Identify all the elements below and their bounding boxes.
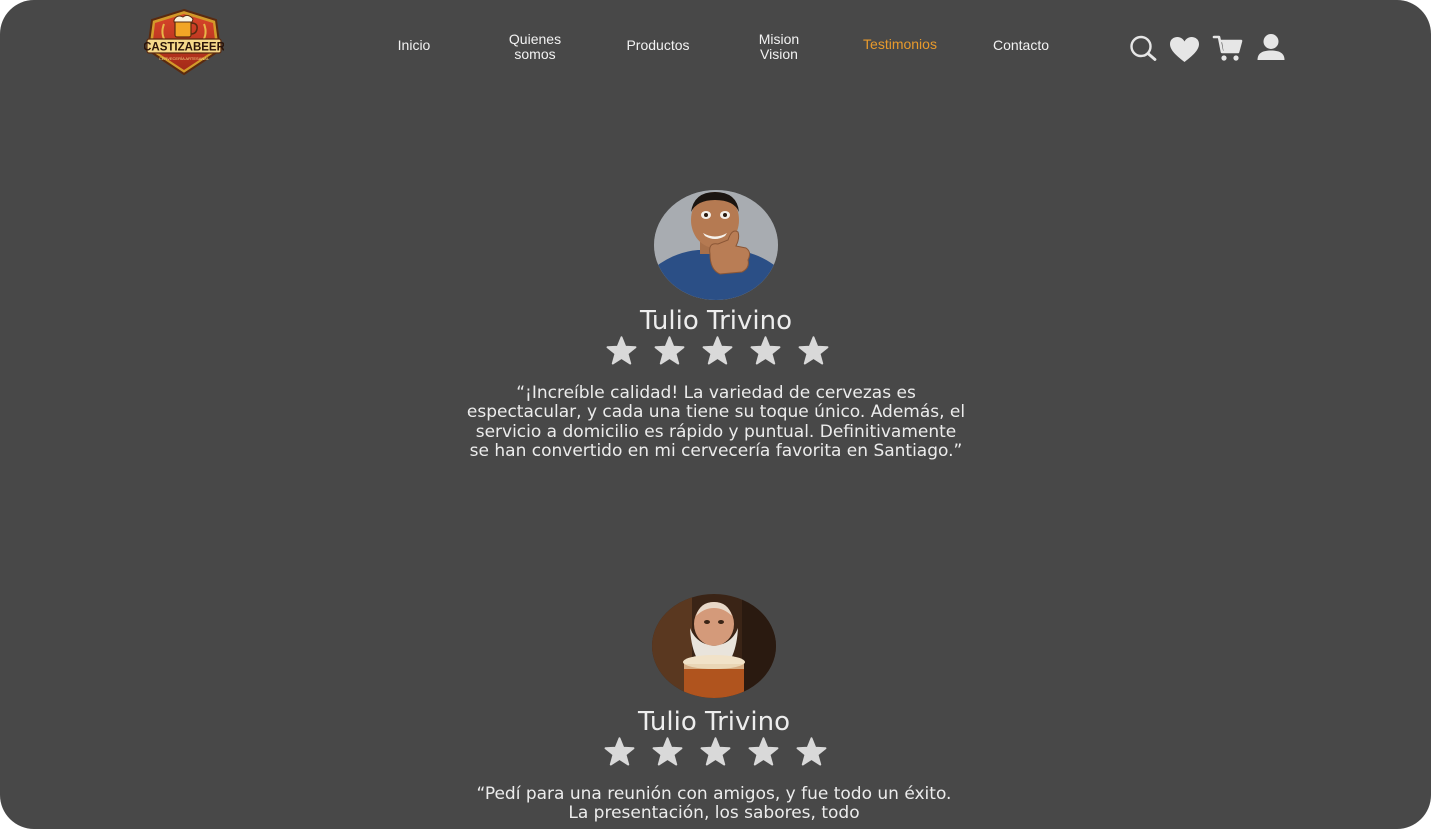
nav-productos[interactable]: Productos	[613, 38, 703, 53]
testimonial-avatar	[654, 190, 778, 300]
star-icon	[700, 737, 731, 766]
rating-stars	[605, 336, 830, 366]
cart-icon[interactable]	[1212, 34, 1244, 62]
app-window: CASTIZABEER CERVECERÍA ARTESANAL Inicio …	[0, 0, 1431, 829]
star-icon	[604, 737, 635, 766]
nav-mision-vision[interactable]: Mision Vision	[744, 32, 814, 62]
nav-quienes-somos[interactable]: Quienes somos	[495, 32, 575, 62]
testimonial-name: Tulio Trivino	[637, 707, 790, 737]
nav-inicio[interactable]: Inicio	[384, 38, 444, 53]
nav-testimonios[interactable]: Testimonios	[850, 37, 950, 52]
star-icon	[652, 737, 683, 766]
star-icon	[750, 336, 781, 365]
star-icon	[798, 336, 829, 365]
star-icon	[654, 336, 685, 365]
testimonial-quote: “Pedí para una reunión con amigos, y fue…	[476, 784, 952, 824]
nav-contacto[interactable]: Contacto	[976, 38, 1066, 53]
testimonial-name: Tulio Trivino	[639, 306, 792, 336]
castizabeer-logo[interactable]: CASTIZABEER CERVECERÍA ARTESANAL	[144, 8, 224, 76]
star-icon	[748, 737, 779, 766]
star-icon	[702, 336, 733, 365]
testimonial-quote: “¡Increíble calidad! La variedad de cerv…	[466, 383, 966, 462]
testimonial-avatar	[652, 594, 776, 698]
star-icon	[796, 737, 827, 766]
heart-icon[interactable]	[1169, 36, 1200, 63]
logo-text: CASTIZABEER	[144, 42, 224, 54]
star-icon	[606, 336, 637, 365]
search-icon[interactable]	[1128, 34, 1158, 62]
user-icon[interactable]	[1256, 33, 1286, 62]
rating-stars	[603, 737, 828, 767]
logo-subtext: CERVECERÍA ARTESANAL	[159, 56, 210, 61]
